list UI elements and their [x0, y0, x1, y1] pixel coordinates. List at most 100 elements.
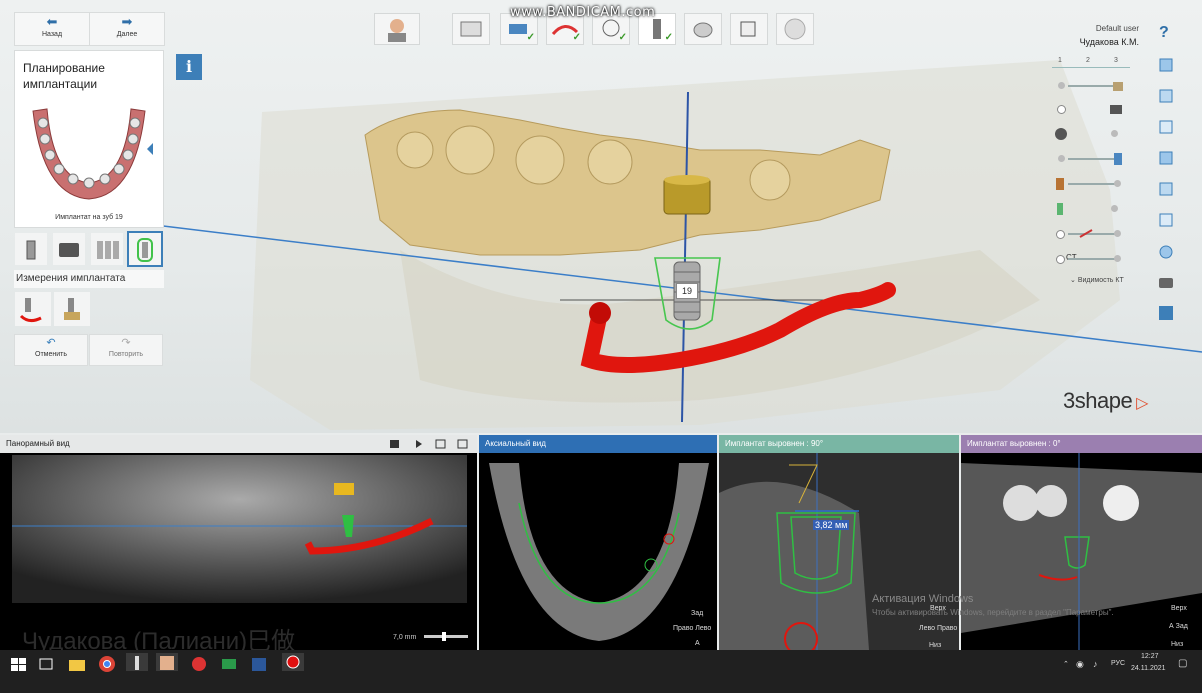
measurement-label: 3,82 мм: [813, 520, 850, 530]
guide-visibility[interactable]: [1054, 202, 1124, 216]
check-icon: ✓: [572, 32, 581, 43]
record-icon[interactable]: [282, 653, 304, 671]
next-button[interactable]: ➡ Далее: [89, 12, 165, 46]
tooth-visibility[interactable]: [1054, 127, 1124, 141]
abutment-visibility[interactable]: [1054, 102, 1124, 116]
aligned-90-panel[interactable]: Имплантат выровнен : 90° 3,82 мм Верх Ле…: [719, 435, 959, 650]
word-icon[interactable]: [248, 655, 270, 673]
visibility-tab-3[interactable]: 3: [1114, 57, 1118, 64]
implant-opacity-slider[interactable]: [1054, 152, 1124, 166]
language-indicator[interactable]: РУС: [1111, 660, 1125, 667]
help-icon[interactable]: ?: [1159, 24, 1169, 42]
aligned-0-panel[interactable]: Имплантат выровнен : 0° Верх А Зад Низ: [961, 435, 1202, 650]
watermark-overlay-text: Чудакова (Палиани)巳做: [22, 628, 296, 650]
aligned-0-ct-slice[interactable]: [961, 453, 1202, 650]
view-left-icon[interactable]: [1158, 88, 1174, 104]
sleeve-color-icon: [1056, 178, 1064, 190]
patient-app-icon[interactable]: [156, 653, 178, 671]
info-button[interactable]: i: [176, 54, 202, 80]
abutment-top: [664, 175, 710, 185]
clock-time[interactable]: 12:27: [1141, 653, 1159, 660]
logo-arrow-icon: ▷: [1132, 395, 1148, 412]
sleeve-opacity-slider[interactable]: [1054, 177, 1124, 191]
windows-activation-text: Чтобы активировать Windows, перейдите в …: [872, 608, 1114, 617]
network-icon[interactable]: ◉: [1076, 659, 1084, 670]
workflow-step-sleeve[interactable]: [684, 13, 722, 45]
axial-orient-top: Зад: [691, 610, 704, 617]
aligned-90-header: Имплантат выровнен : 90°: [719, 435, 959, 453]
brand-logo: 3shape ▷: [1063, 388, 1148, 413]
nerve-opacity-slider[interactable]: [1054, 227, 1124, 241]
implant-tool-3[interactable]: [91, 233, 123, 265]
tooth-premolar: [587, 139, 633, 185]
workflow-step-scan[interactable]: [452, 13, 490, 45]
back-button[interactable]: ⬅ Назад: [14, 12, 90, 46]
workflow-step-patient[interactable]: [374, 13, 420, 45]
taskbar: [0, 650, 1202, 693]
notifications-icon[interactable]: ▢: [1178, 658, 1187, 669]
file-explorer-icon[interactable]: [66, 655, 88, 673]
implant-tool-1[interactable]: [15, 233, 47, 265]
patient-icon: [388, 19, 406, 42]
task-view-icon[interactable]: [36, 655, 58, 673]
view-back-icon[interactable]: [1158, 212, 1174, 228]
ct-visibility-toggle[interactable]: ⌄ Видимость КТ: [1070, 276, 1124, 284]
windows-start-icon[interactable]: [8, 655, 30, 673]
implant-tag[interactable]: 19: [676, 283, 698, 299]
view-front-icon[interactable]: [1158, 57, 1174, 73]
slice-slider[interactable]: [424, 632, 468, 641]
chrome-icon[interactable]: [96, 655, 118, 673]
implant-studio-icon[interactable]: [126, 653, 148, 671]
tooth-back: [396, 131, 434, 169]
measure-bone-button[interactable]: [54, 292, 90, 326]
model-opacity-slider[interactable]: [1054, 79, 1124, 93]
aligned-90-title: Имплантат выровнен : 90°: [725, 439, 824, 448]
jaw-thumbnail-icon[interactable]: [23, 101, 155, 206]
measure-nerve-icon: [19, 298, 42, 323]
arrow-right-icon: ➡: [121, 14, 133, 29]
user-role: Default user: [1095, 24, 1139, 33]
tooth-molar-2: [515, 135, 565, 185]
view-bottom-icon[interactable]: [1158, 181, 1174, 197]
view-right-icon[interactable]: [1158, 119, 1174, 135]
back-label: Назад: [41, 31, 63, 38]
workflow-step-export[interactable]: [776, 13, 814, 45]
notes-icon[interactable]: [1158, 305, 1174, 321]
panoramic-title: Панорамный вид: [6, 439, 70, 448]
implant-planning-card: Планирование имплантации Имплантат на зу…: [14, 50, 164, 228]
panoramic-xray[interactable]: [12, 455, 467, 603]
visibility-tab-2[interactable]: 2: [1086, 57, 1090, 64]
volume-icon[interactable]: ♪: [1093, 659, 1098, 669]
ct-opacity-slider[interactable]: CT: [1054, 252, 1124, 266]
tray-chevron-icon[interactable]: ⌃: [1063, 660, 1069, 668]
redo-button[interactable]: ↷ Повторить: [89, 334, 163, 366]
windows-activation-title: Активация Windows: [872, 593, 974, 605]
measure-nerve-button[interactable]: [15, 292, 51, 326]
undo-button[interactable]: ↶ Отменить: [14, 334, 88, 366]
aligned-90-orient-side: Лево Право: [919, 625, 958, 632]
implant-safety-icon: [137, 238, 153, 262]
nerve-scissors-icon: [1079, 229, 1093, 238]
panoramic-panel[interactable]: Панорамный вид Чудакова (Палиани)巳做 7,0 …: [0, 435, 477, 650]
panoramic-tools[interactable]: [388, 438, 468, 450]
camtasia-icon[interactable]: [218, 655, 240, 673]
undo-label: Отменить: [35, 351, 67, 358]
implant-tool-2[interactable]: [53, 233, 85, 265]
visibility-tab-1[interactable]: 1: [1058, 57, 1062, 64]
implant-group-icon: [97, 241, 119, 259]
axial-ct-slice[interactable]: [479, 453, 717, 650]
axial-panel[interactable]: Аксиальный вид Зад Право Лево A: [479, 435, 717, 650]
view-top-icon[interactable]: [1158, 150, 1174, 166]
slice-slider-knob[interactable]: [442, 632, 446, 641]
implant-tool-4[interactable]: [127, 231, 163, 267]
lighting-icon[interactable]: [1158, 244, 1174, 260]
model-icon: [1113, 82, 1123, 91]
guide-icon: [740, 21, 756, 37]
bandicam-icon[interactable]: [188, 655, 210, 673]
workflow-step-guide[interactable]: [730, 13, 768, 45]
aligned-90-ct-slice[interactable]: [719, 453, 959, 650]
axial-title: Аксиальный вид: [485, 439, 546, 448]
camera-icon[interactable]: [1158, 274, 1174, 290]
card-subtitle: Имплантат на зуб 19: [55, 214, 123, 221]
clock-date[interactable]: 24.11.2021: [1131, 665, 1166, 672]
